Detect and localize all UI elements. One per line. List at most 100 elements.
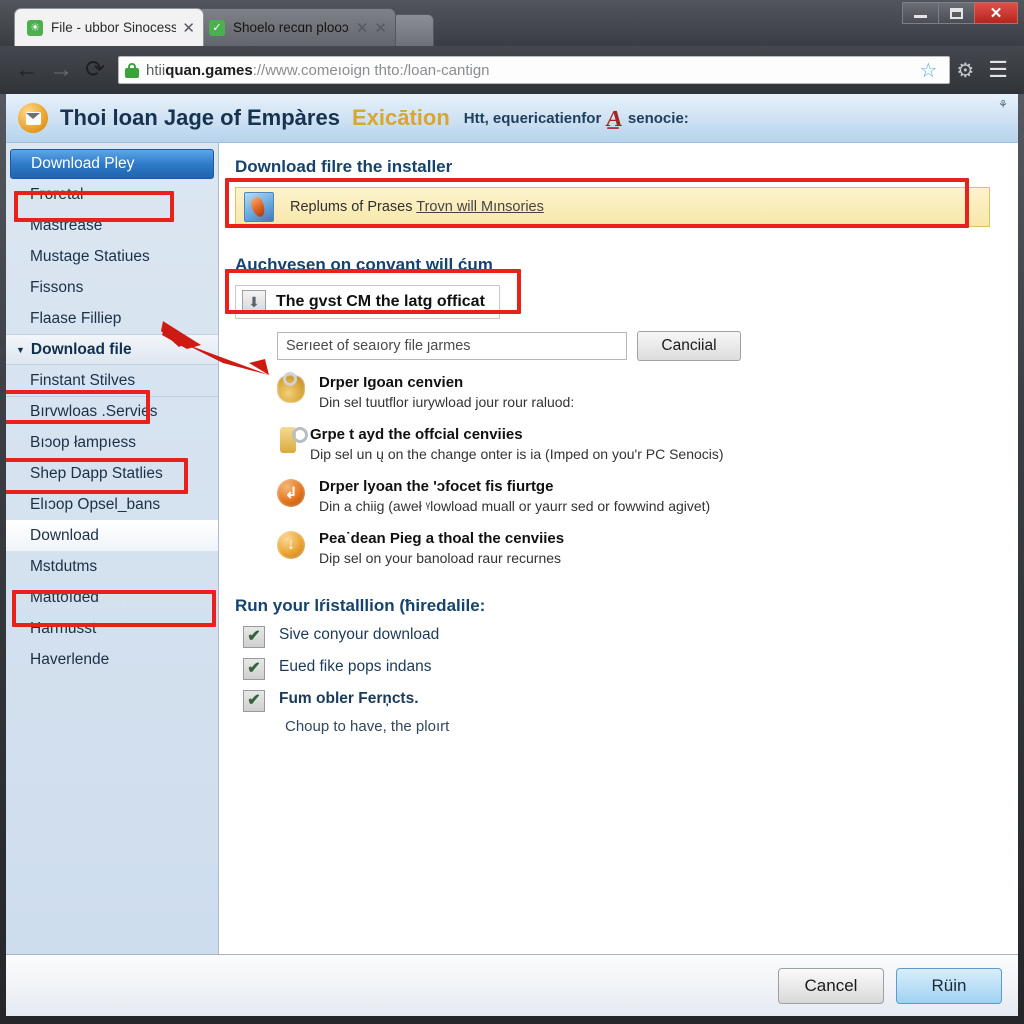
sidebar-item-harmusst[interactable]: Harmusst <box>6 613 218 644</box>
sidebar-item-fissons[interactable]: Fissons <box>6 272 218 303</box>
lock-icon <box>125 62 139 78</box>
tab-title: File - ubbor Sinocess <box>51 20 177 35</box>
url-path: ://www.comeıoign thto:/loan-cantign <box>252 61 490 79</box>
window-maximize-button[interactable] <box>938 2 974 24</box>
tab-close-icon-secondary[interactable]: ✕ <box>374 19 387 37</box>
main-content: Download filre the installer Replums of … <box>219 143 1018 1012</box>
checkbox-subnote: Choup to have, the ploırt <box>285 718 450 736</box>
hamburger-menu-icon[interactable]: ☰ <box>982 57 1014 83</box>
option-description: Din a chiig (aweł ᵞlowload muall or yaur… <box>319 497 711 514</box>
tab-close-icon[interactable]: ✕ <box>356 19 369 37</box>
sidebar-item-label: Bırvwloas .Servies <box>30 403 158 420</box>
checkbox-checked-icon[interactable]: ✔ <box>243 658 265 681</box>
back-button[interactable]: ← <box>10 58 44 82</box>
tab-favicon-icon: ☀ <box>27 19 43 36</box>
url-host: quan.games <box>165 61 253 79</box>
option-description: Dip sel un ų on the change onter is ia (… <box>310 446 724 463</box>
tab-title: Shoelo recɑn plooɔ <box>233 20 349 35</box>
checkbox-label: Eued fike pops indans <box>279 658 432 676</box>
window-minimize-button[interactable] <box>902 2 938 24</box>
keys-icon <box>277 372 305 403</box>
sidebar-item-label: Mstdutms <box>30 557 98 575</box>
sidebar-item-label: Finstant Stilves <box>30 371 136 389</box>
sidebar-item-haverlende[interactable]: Haverlende <box>6 644 218 675</box>
site-tagline-before: Htt, equericatienfor <box>463 109 602 127</box>
sidebar-item-label: Mattoıded <box>30 588 99 606</box>
sidebar: Download Pley Froretal Mastrease Mustage… <box>6 143 269 1012</box>
site-header: Thoi loan Jage of Empàres Exicātion Htt,… <box>6 94 1018 143</box>
checkbox-checked-icon[interactable]: ✔ <box>243 626 265 649</box>
sidebar-item-mustage-statiues[interactable]: Mustage Statiues <box>6 241 218 272</box>
site-tagline-after: senocie: <box>627 109 689 127</box>
run-section: Run your lŕistalllion (ħiredalile: ✔ Siv… <box>235 596 996 735</box>
sidebar-item-label: Bıɔop łampıess <box>30 433 136 451</box>
section-heading-installer: Download filre the installer <box>235 157 453 176</box>
file-name-input[interactable] <box>277 332 627 360</box>
gear-icon[interactable]: ⚙ <box>950 58 980 83</box>
run-button[interactable]: Rüin <box>896 967 1002 1004</box>
site-logo-icon <box>18 103 48 133</box>
sidebar-item-label: Haverlende <box>30 650 110 668</box>
cancel-small-button[interactable]: Canciial <box>637 331 741 361</box>
url-scheme: htii <box>146 61 166 79</box>
browser-tab-stub[interactable] <box>392 14 434 46</box>
browser-tab-active[interactable]: ☀ File - ubbor Sinocess ✕ <box>14 8 204 46</box>
checkbox-row-1[interactable]: ✔ Sive conyour download <box>243 626 996 649</box>
option-row-2: Grpe t ayd the offcial cenviies Dip sel … <box>277 425 996 465</box>
checkbox-checked-icon[interactable]: ✔ <box>243 690 265 713</box>
sidebar-item-birvwloas-servies[interactable]: Bırvwloas .Servies <box>6 396 218 427</box>
option-row-1: Drper Igoan cenvien Din sel tuutflor iur… <box>277 372 996 413</box>
sidebar-item-label: Harmusst <box>30 619 97 637</box>
forward-button[interactable]: → <box>44 58 78 82</box>
option-description: Din sel tuutflor iurywload jour rour ral… <box>319 394 575 411</box>
notice-link[interactable]: Trovn will Mınsories <box>416 199 544 215</box>
window-close-button[interactable]: ✕ <box>974 2 1018 24</box>
browser-tab-inactive[interactable]: ✓ Shoelo recɑn plooɔ ✕ ✕ <box>196 8 396 46</box>
site-title-accent: Exicātion <box>351 105 450 130</box>
sidebar-item-mastrease[interactable]: Mastrease <box>6 210 218 241</box>
browser-window: ☀ File - ubbor Sinocess ✕ ✓ Shoelo recɑn… <box>0 0 1024 1024</box>
sidebar-item-label: Mastrease <box>30 216 103 234</box>
option-text: Drper lyoan the 'ɔfocet fis fiurtge Din … <box>319 477 710 517</box>
checkbox-row-3[interactable]: ✔ Fum obler Ferņcts. <box>243 690 996 713</box>
maximize-icon <box>950 7 963 19</box>
sidebar-item-label: Fissons <box>30 278 84 296</box>
annotation-arrow-icon <box>161 321 269 375</box>
section-heading-convant: Auchvesen on convant will ćum <box>235 255 493 274</box>
address-bar[interactable]: htiiquan.games://www.comeıoign thto:/loa… <box>118 56 951 84</box>
sidebar-item-buop-lampiess[interactable]: Bıɔop łampıess <box>6 427 218 458</box>
sidebar-item-shep-dapp-statlies[interactable]: Shep Dapp Statlies <box>6 458 218 489</box>
sidebar-item-mstdutms[interactable]: Mstdutms <box>6 551 218 582</box>
option-text: Grpe t ayd the offcial cenviies Dip sel … <box>310 425 724 465</box>
sidebar-item-mattoided[interactable]: Mattoıded <box>6 582 218 613</box>
sidebar-item-label: Mustage Statiues <box>30 247 150 265</box>
settings-corner-icon[interactable]: ⚘ <box>998 98 1008 111</box>
site-title: Thoi loan Jage of Empàres <box>60 105 340 130</box>
tab-close-icon[interactable]: ✕ <box>182 19 195 37</box>
installer-file-icon <box>244 192 274 222</box>
sidebar-item-download-pley[interactable]: Download Pley <box>10 149 214 179</box>
checkbox-label: Fum obler Ferņcts. <box>279 690 419 708</box>
sidebar-item-label: Download <box>30 526 99 544</box>
download-arrow-icon: ⬇ <box>242 290 266 314</box>
sidebar-item-eluop-opsel-bans[interactable]: Elıɔop Opsel_bans <box>6 489 218 520</box>
option-row-3: ↲ Drper lyoan the 'ɔfocet fis fiurtge Di… <box>277 477 996 517</box>
bookmark-star-icon[interactable]: ☆ <box>913 58 943 83</box>
browser-tab-strip: ☀ File - ubbor Sinocess ✕ ✓ Shoelo recɑn… <box>0 0 1024 46</box>
sidebar-item-froretal[interactable]: Froretal <box>6 179 218 210</box>
sidebar-item-label: Flaase Filliep <box>30 309 122 327</box>
checkbox-label: Sive conyour download <box>279 626 440 644</box>
option-description: Dip sel on your banoload raur recurnes <box>319 549 562 566</box>
cancel-button[interactable]: Cancel <box>778 967 884 1004</box>
dialog-footer-bar: Cancel Rüin <box>6 954 1018 1016</box>
sidebar-item-download[interactable]: Download <box>6 520 218 551</box>
download-callout-label: The gvst CM the latg officat <box>276 293 485 310</box>
reload-button[interactable]: ⟳ <box>78 58 112 82</box>
key-lock-icon <box>280 426 308 453</box>
notice-message: Replums of Prases <box>290 199 413 215</box>
checkbox-row-2[interactable]: ✔ Eued fike pops indans <box>243 658 996 681</box>
browser-nav-bar: ← → ⟳ htiiquan.games://www.comeıoign tht… <box>0 46 1024 94</box>
site-tagline-mark-icon: A̲ <box>604 105 625 131</box>
download-callout[interactable]: ⬇ The gvst CM the latg officat <box>235 285 500 319</box>
option-title: Drper lyoan the 'ɔfocet fis fiurtge <box>319 477 554 495</box>
